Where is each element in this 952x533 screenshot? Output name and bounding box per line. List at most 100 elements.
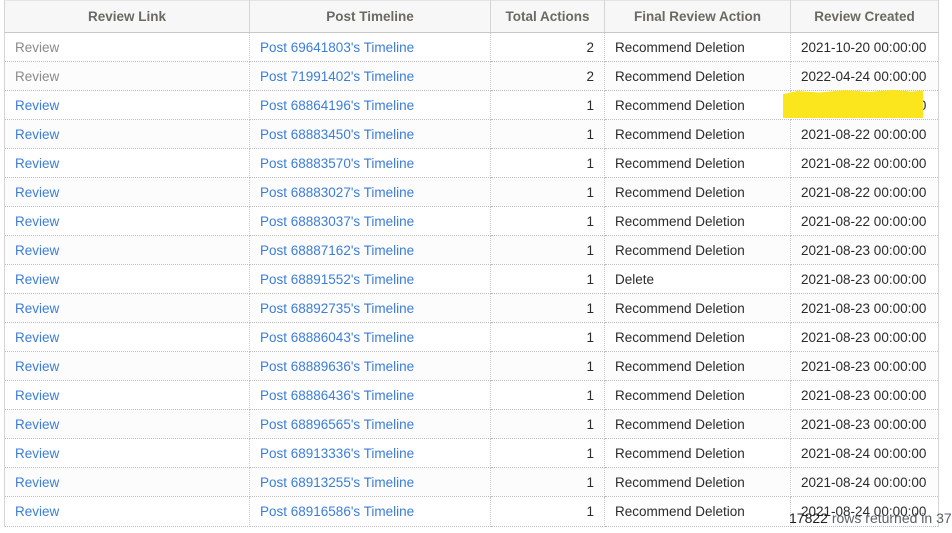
review-link[interactable]: Review	[15, 243, 59, 258]
cell-total-actions: 1	[490, 322, 605, 352]
review-link[interactable]: Review	[15, 156, 59, 171]
cell-post-timeline: Post 68886436's Timeline	[249, 380, 491, 410]
cell-final-review-action: Recommend Deletion	[604, 32, 791, 62]
post-timeline-link[interactable]: Post 68889636's Timeline	[260, 359, 414, 374]
cell-final-review-action: Recommend Deletion	[604, 322, 791, 352]
review-link[interactable]: Review	[15, 417, 59, 432]
cell-post-timeline: Post 68891552's Timeline	[249, 264, 491, 294]
review-link[interactable]: Review	[15, 214, 59, 229]
table-row: Review Post 68913255's Timeline 1 Recommend…	[4, 467, 939, 497]
cell-post-timeline: Post 68889636's Timeline	[249, 351, 491, 381]
cell-total-actions: 1	[490, 467, 605, 497]
table-row: Review Post 71991402's Timeline 2 Recommend…	[4, 61, 939, 91]
cell-final-review-action: Recommend Deletion	[604, 293, 791, 323]
review-link[interactable]: Review	[15, 272, 59, 287]
post-timeline-link[interactable]: Post 68891552's Timeline	[260, 272, 414, 287]
table-row: Review Post 68886436's Timeline 1 Recommend…	[4, 380, 939, 410]
cell-post-timeline: Post 68887162's Timeline	[249, 235, 491, 265]
review-link[interactable]: Review	[15, 475, 59, 490]
column-header-post-timeline[interactable]: Post Timeline	[249, 0, 491, 33]
column-header-review-created-label: Review Created	[814, 9, 915, 24]
cell-post-timeline: Post 69641803's Timeline	[249, 32, 491, 62]
cell-review-created: 2021-08-23 00:00:00	[790, 235, 939, 265]
cell-review-link: Review	[4, 148, 250, 178]
cell-review-created: 2021-08-22 00:00:00	[790, 206, 939, 236]
cell-total-actions: 1	[490, 148, 605, 178]
cell-final-review-action: Recommend Deletion	[604, 148, 791, 178]
table-row: Review Post 68892735's Timeline 1 Recommend…	[4, 293, 939, 323]
cell-total-actions: 1	[490, 119, 605, 149]
cell-review-link: Review	[4, 61, 250, 91]
review-link[interactable]: Review	[15, 98, 59, 113]
cell-total-actions: 1	[490, 380, 605, 410]
post-timeline-link[interactable]: Post 68913336's Timeline	[260, 446, 414, 461]
table-row: Review Post 68886043's Timeline 1 Recommend…	[4, 322, 939, 352]
cell-review-created: 2021-08-20 00:00:00	[790, 90, 939, 120]
cell-review-created: 2021-08-23 00:00:00	[790, 322, 939, 352]
post-timeline-link[interactable]: Post 68883450's Timeline	[260, 127, 414, 142]
cell-total-actions: 1	[490, 206, 605, 236]
review-link[interactable]: Review	[15, 127, 59, 142]
table-row: Review Post 68887162's Timeline 1 Recommend…	[4, 235, 939, 265]
post-timeline-link[interactable]: Post 68864196's Timeline	[260, 98, 414, 113]
cell-review-link: Review	[4, 438, 250, 468]
cell-post-timeline: Post 68883027's Timeline	[249, 177, 491, 207]
cell-post-timeline: Post 71991402's Timeline	[249, 61, 491, 91]
post-timeline-link[interactable]: Post 71991402's Timeline	[260, 69, 414, 84]
cell-post-timeline: Post 68913255's Timeline	[249, 467, 491, 497]
cell-review-link: Review	[4, 264, 250, 294]
cell-final-review-action: Recommend Deletion	[604, 351, 791, 381]
cell-review-created: 2022-04-24 00:00:00	[790, 61, 939, 91]
column-header-total-actions-label: Total Actions	[505, 9, 590, 24]
column-header-review-created[interactable]: Review Created	[790, 0, 939, 33]
results-table: Review Link Post Timeline Total Actions …	[4, 0, 939, 527]
cell-review-created: 2021-08-22 00:00:00	[790, 119, 939, 149]
cell-review-link: Review	[4, 380, 250, 410]
cell-review-link: Review	[4, 90, 250, 120]
review-link[interactable]: Review	[15, 40, 59, 55]
post-timeline-link[interactable]: Post 68883037's Timeline	[260, 214, 414, 229]
review-link[interactable]: Review	[15, 330, 59, 345]
cell-review-link: Review	[4, 293, 250, 323]
cell-post-timeline: Post 68886043's Timeline	[249, 322, 491, 352]
review-link[interactable]: Review	[15, 388, 59, 403]
review-link[interactable]: Review	[15, 446, 59, 461]
status-bar: 17822 rows returned in 372	[0, 509, 952, 533]
post-timeline-link[interactable]: Post 68887162's Timeline	[260, 243, 414, 258]
table-row: Review Post 68891552's Timeline 1 Delete 202…	[4, 264, 939, 294]
cell-review-link: Review	[4, 351, 250, 381]
review-link[interactable]: Review	[15, 69, 59, 84]
post-timeline-link[interactable]: Post 68883027's Timeline	[260, 185, 414, 200]
table-row: Review Post 68883037's Timeline 1 Recommend…	[4, 206, 939, 236]
cell-review-created: 2021-08-22 00:00:00	[790, 148, 939, 178]
cell-review-link: Review	[4, 467, 250, 497]
cell-review-link: Review	[4, 235, 250, 265]
post-timeline-link[interactable]: Post 69641803's Timeline	[260, 40, 414, 55]
post-timeline-link[interactable]: Post 68913255's Timeline	[260, 475, 414, 490]
post-timeline-link[interactable]: Post 68892735's Timeline	[260, 301, 414, 316]
cell-review-link: Review	[4, 206, 250, 236]
cell-review-created: 2021-08-23 00:00:00	[790, 380, 939, 410]
cell-total-actions: 2	[490, 32, 605, 62]
cell-review-link: Review	[4, 32, 250, 62]
table-row: Review Post 68896565's Timeline 1 Recommend…	[4, 409, 939, 439]
review-link[interactable]: Review	[15, 301, 59, 316]
cell-post-timeline: Post 68896565's Timeline	[249, 409, 491, 439]
column-header-total-actions[interactable]: Total Actions	[490, 0, 605, 33]
cell-final-review-action: Recommend Deletion	[604, 409, 791, 439]
cell-total-actions: 1	[490, 438, 605, 468]
post-timeline-link[interactable]: Post 68886043's Timeline	[260, 330, 414, 345]
cell-final-review-action: Recommend Deletion	[604, 90, 791, 120]
post-timeline-link[interactable]: Post 68883570's Timeline	[260, 156, 414, 171]
cell-final-review-action: Recommend Deletion	[604, 119, 791, 149]
cell-review-created: 2021-10-20 00:00:00	[790, 32, 939, 62]
table-row: Review Post 68883570's Timeline 1 Recommend…	[4, 148, 939, 178]
cell-review-created: 2021-08-23 00:00:00	[790, 409, 939, 439]
review-link[interactable]: Review	[15, 359, 59, 374]
cell-post-timeline: Post 68883037's Timeline	[249, 206, 491, 236]
post-timeline-link[interactable]: Post 68896565's Timeline	[260, 417, 414, 432]
column-header-final-review-action[interactable]: Final Review Action	[604, 0, 791, 33]
post-timeline-link[interactable]: Post 68886436's Timeline	[260, 388, 414, 403]
column-header-review-link[interactable]: Review Link	[4, 0, 250, 33]
review-link[interactable]: Review	[15, 185, 59, 200]
